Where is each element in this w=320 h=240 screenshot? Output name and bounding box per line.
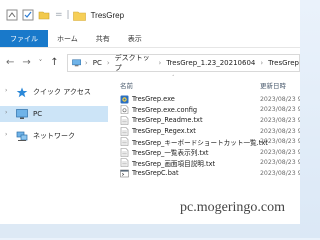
tab-home[interactable]: ホーム	[48, 30, 87, 47]
file-rows: TresGrep.exe2023/08/23 9:...TresGrep.exe…	[112, 94, 300, 179]
file-row[interactable]: TresGrep_Readme.txt 2023/08/23 9:...	[112, 115, 300, 126]
sidebar-item-pc[interactable]: › PC	[0, 106, 108, 122]
sidebar-item-label: クイック アクセス	[33, 88, 91, 96]
window-title: TresGrep	[90, 10, 125, 20]
breadcrumb-chevron-icon[interactable]: ›	[107, 59, 110, 67]
sidebar-item-label: PC	[33, 110, 43, 118]
ribbon-tabs: ファイル ホーム 共有 表示	[0, 30, 300, 48]
expand-chevron-icon[interactable]: ›	[5, 109, 7, 116]
sidebar-item-label: ネットワーク	[33, 132, 75, 140]
file-name: TresGrepC.bat	[132, 169, 179, 178]
pc-icon	[16, 108, 28, 119]
file-name: TresGrep.exe.config	[132, 105, 198, 114]
file-date: 2023/08/23 9:...	[260, 116, 300, 124]
breadcrumb-tresgrep-release[interactable]: TresGrep_1.23_20210604	[166, 59, 255, 67]
file-row[interactable]: TresGrep.exe 2023/08/23 9:...	[112, 94, 300, 105]
file-name: TresGrep_一覧表示列.txt	[132, 149, 209, 158]
folder-icon	[72, 11, 86, 21]
text-file-icon	[120, 137, 129, 146]
file-date: 2023/08/23 9:...	[260, 127, 300, 135]
forward-arrow-icon[interactable]: →	[22, 58, 30, 68]
quick-access-save-icon[interactable]	[22, 9, 34, 21]
file-date: 2023/08/23 9:...	[260, 169, 300, 177]
sidebar-item-network[interactable]: › ネットワーク	[0, 128, 108, 144]
quick-access-new-folder-icon[interactable]	[38, 9, 50, 21]
navigation-bar: ← → ˅ ↑ › PC › デスクトップ › TresGrep_1.23_20…	[0, 48, 300, 78]
sort-ascending-icon: ˄	[172, 75, 175, 81]
text-file-icon	[120, 158, 129, 168]
breadcrumb-chevron-icon[interactable]: ›	[85, 59, 88, 67]
breadcrumb-chevron-icon[interactable]: ›	[159, 59, 162, 67]
tab-view[interactable]: 表示	[119, 30, 151, 47]
expand-chevron-icon[interactable]: ›	[5, 87, 7, 94]
explorer-window: = | TresGrep ファイル ホーム 共有 表示 ← → ˅ ↑ › PC…	[0, 0, 300, 224]
tab-share[interactable]: 共有	[87, 30, 119, 47]
file-date: 2023/08/23 9:...	[260, 106, 300, 114]
navigation-pane: › クイック アクセス › PC › ネットワーク	[0, 78, 108, 224]
address-bar[interactable]: › PC › デスクトップ › TresGrep_1.23_20210604 ›…	[66, 53, 300, 73]
file-row[interactable]: TresGrep.exe.config 2023/08/23 9:...	[112, 105, 300, 116]
breadcrumb-desktop[interactable]: デスクトップ	[115, 53, 154, 73]
sidebar-item-quick-access[interactable]: › クイック アクセス	[0, 84, 108, 100]
file-name: TresGrep.exe	[132, 95, 175, 104]
column-header-name[interactable]: 名前	[120, 80, 133, 90]
expand-chevron-icon[interactable]: ›	[5, 131, 7, 138]
exe-icon	[120, 95, 129, 104]
breadcrumb-chevron-icon[interactable]: ›	[260, 59, 263, 67]
quick-access-customize-icon[interactable]: =	[55, 10, 63, 20]
batch-file-icon	[120, 169, 129, 178]
desktop-background	[0, 224, 300, 238]
column-headers: ˄ 名前 更新日時	[112, 75, 300, 92]
file-name: TresGrep_画面項目説明.txt	[132, 159, 216, 168]
network-icon	[16, 131, 28, 141]
title-separator: |	[66, 10, 70, 20]
back-arrow-icon[interactable]: ←	[6, 58, 14, 68]
quick-access-properties-icon[interactable]	[6, 9, 18, 21]
file-row[interactable]: TresGrepC.bat 2023/08/23 9:...	[112, 168, 300, 179]
tab-file[interactable]: ファイル	[0, 30, 48, 47]
text-file-icon	[120, 126, 129, 136]
file-row[interactable]: TresGrep_一覧表示列.txt 2023/08/23 9:...	[112, 147, 300, 158]
file-name: TresGrep_Readme.txt	[132, 116, 203, 125]
breadcrumb-tresgrep[interactable]: TresGrep	[268, 59, 299, 67]
file-date: 2023/08/23 9:...	[260, 148, 300, 156]
file-row[interactable]: TresGrep_キーボードショートカット一覧.txt2023/08/23 9:…	[112, 136, 300, 147]
text-file-icon	[120, 147, 129, 157]
column-header-date[interactable]: 更新日時	[260, 80, 286, 90]
watermark: pc.mogeringo.com	[180, 200, 285, 215]
text-file-icon	[120, 116, 129, 125]
file-row[interactable]: TresGrep_Regex.txt 2023/08/23 9:...	[112, 126, 300, 137]
file-date: 2023/08/23 9:...	[260, 95, 300, 103]
file-date: 2023/08/23 9:...	[260, 138, 300, 146]
star-icon	[16, 87, 28, 97]
file-name: TresGrep_Regex.txt	[132, 127, 196, 136]
config-icon	[120, 105, 129, 115]
title-bar: = | TresGrep	[0, 0, 300, 30]
file-row[interactable]: TresGrep_画面項目説明.txt 2023/08/23 9:...	[112, 158, 300, 169]
file-name: TresGrep_キーボードショートカット一覧.txt	[132, 138, 268, 147]
up-arrow-icon[interactable]: ↑	[50, 58, 58, 68]
file-date: 2023/08/23 9:...	[260, 159, 300, 167]
breadcrumb-pc[interactable]: PC	[93, 59, 102, 67]
pc-icon	[71, 59, 81, 67]
recent-locations-chevron-icon[interactable]: ˅	[39, 59, 43, 67]
